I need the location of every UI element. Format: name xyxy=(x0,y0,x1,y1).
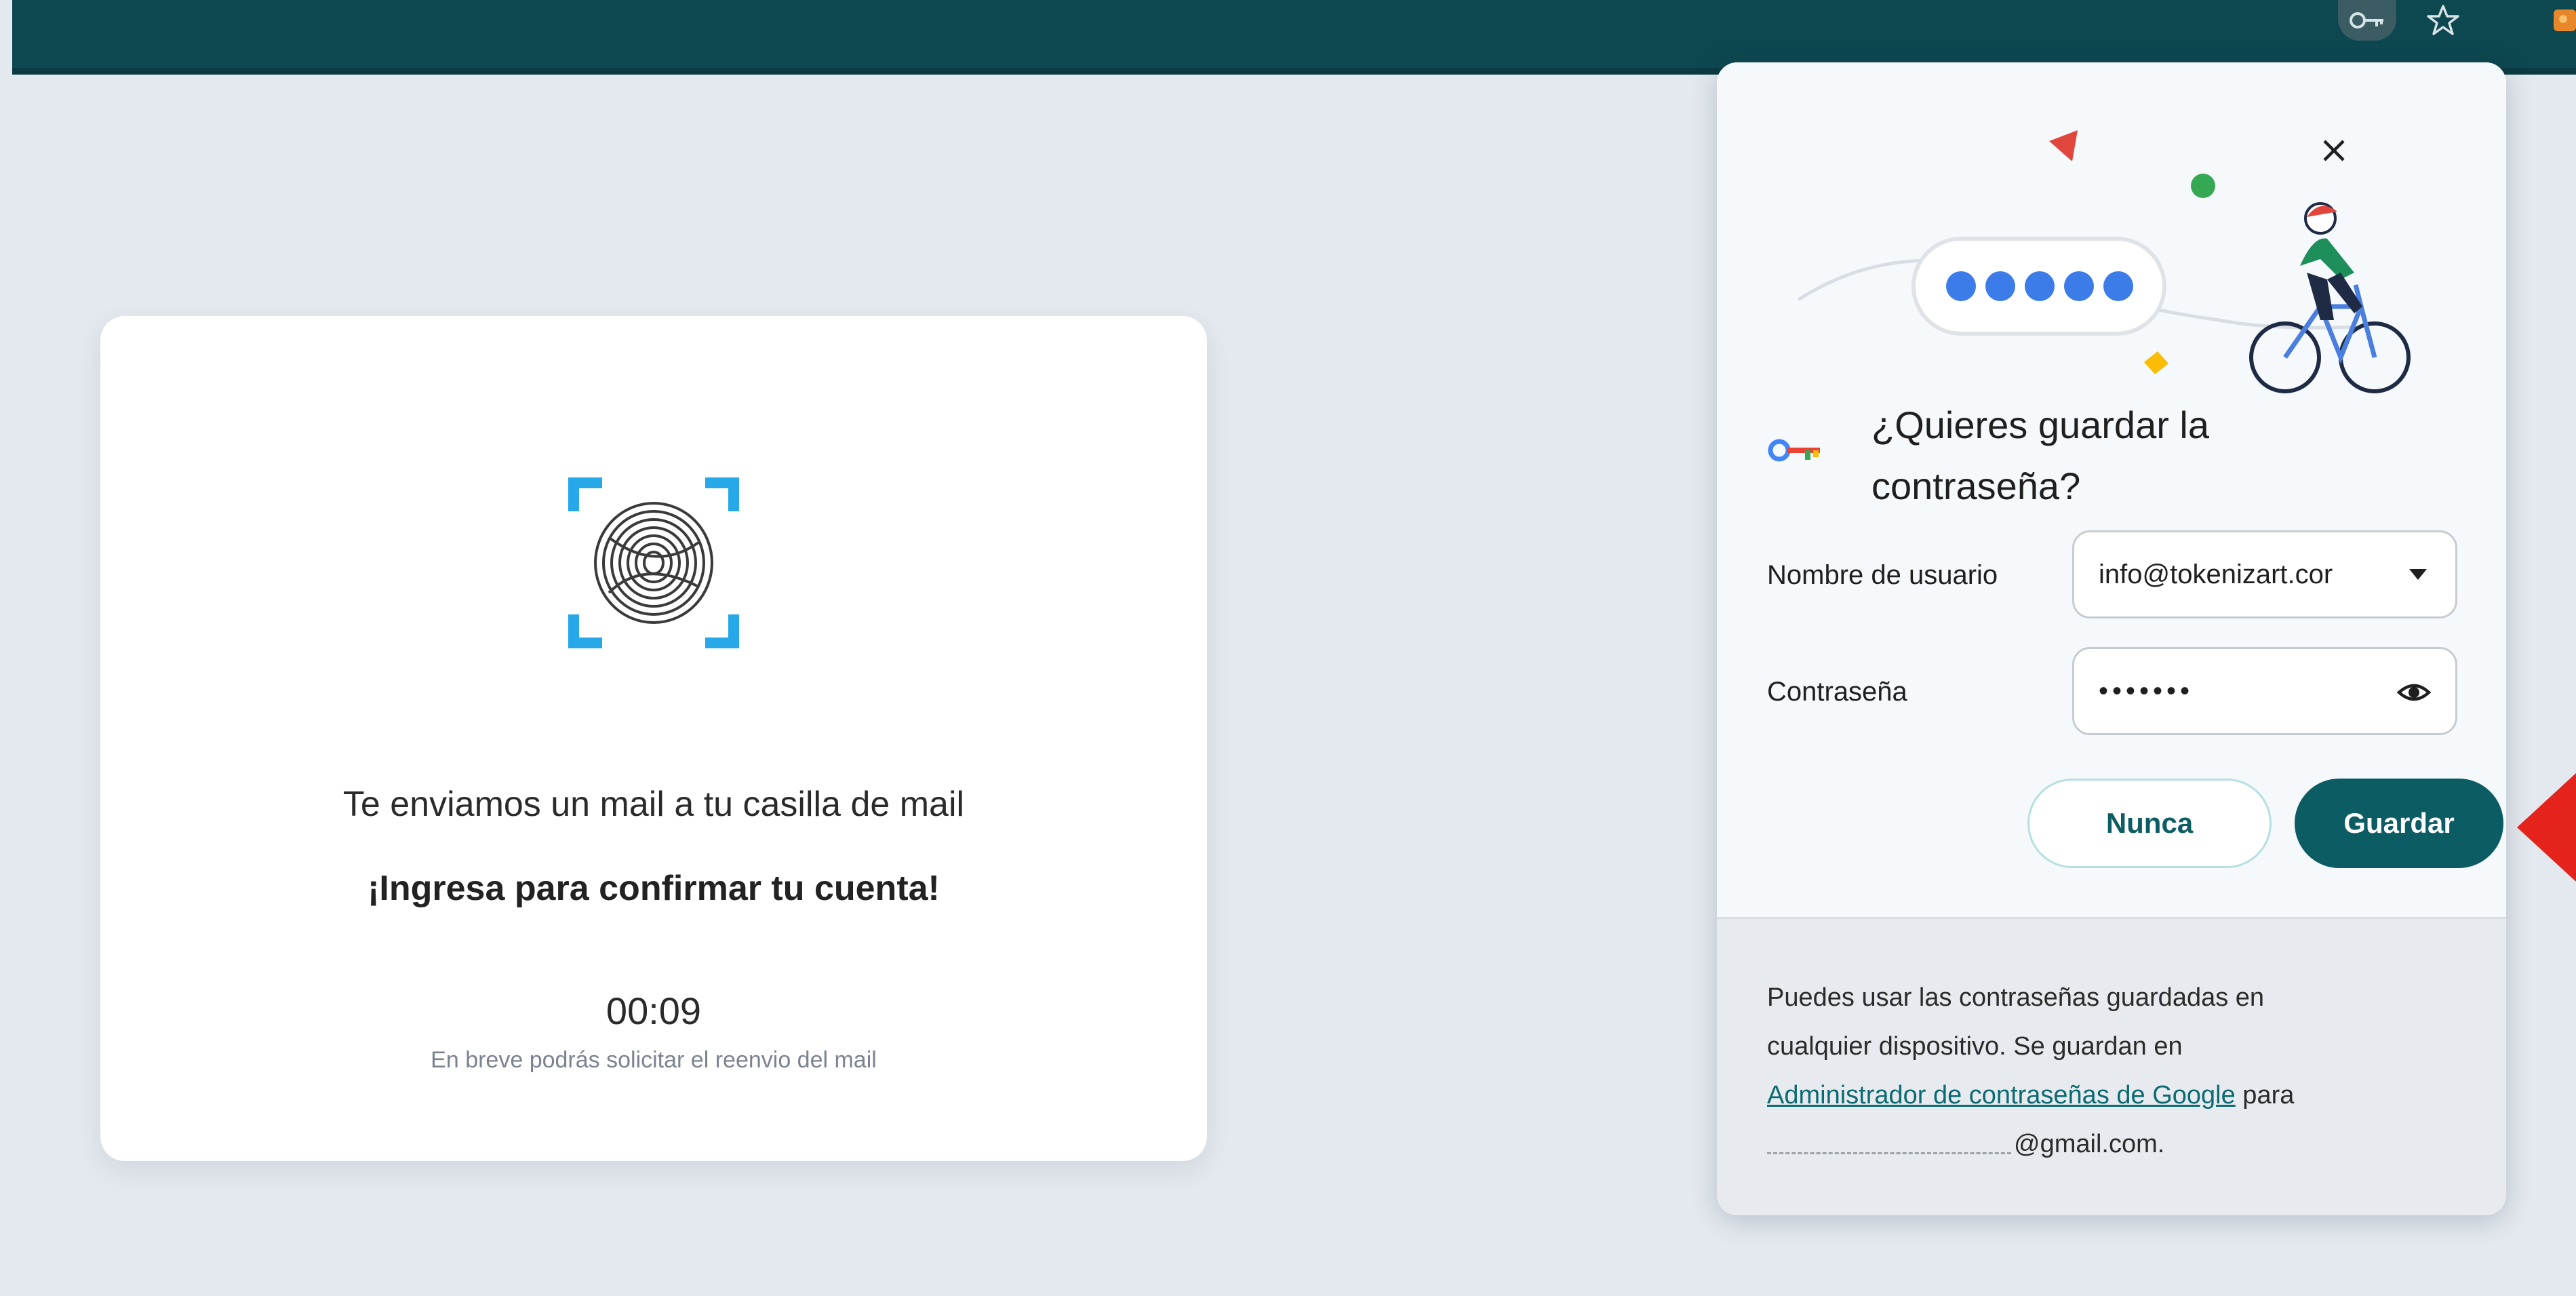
username-value: info@tokenizart.cor xyxy=(2099,559,2333,589)
google-key-icon xyxy=(1767,430,1824,471)
footer-line-2: cualquier dispositivo. Se guardan en xyxy=(1767,1032,2183,1061)
footer-line-4: @gmail.com. xyxy=(1767,1120,2472,1169)
bubble-main-section: ¿Quieres guardar la contraseña? Nombre d… xyxy=(1717,62,2506,917)
bubble-title: ¿Quieres guardar la contraseña? xyxy=(1871,404,2210,507)
sent-mail-message: Te enviamos un mail a tu casilla de mail xyxy=(342,785,965,824)
red-arrow-annotation xyxy=(2517,760,2576,895)
toolbar-edge xyxy=(0,0,12,75)
footer-line-1: Puedes usar las contraseñas guardadas en xyxy=(1767,983,2265,1012)
bookmark-star-icon[interactable] xyxy=(2414,0,2472,41)
close-button[interactable] xyxy=(2300,117,2368,184)
footer-info: Puedes usar las contraseñas guardadas en… xyxy=(1767,973,2472,1169)
username-label: Nombre de usuario xyxy=(1767,560,1998,590)
save-button[interactable]: Guardar xyxy=(2295,779,2503,868)
password-manager-link[interactable]: Administrador de contraseñas de Google xyxy=(1767,1081,2236,1110)
password-key-icon[interactable] xyxy=(2338,0,2396,41)
save-password-bubble: ¿Quieres guardar la contraseña? Nombre d… xyxy=(1717,62,2506,1215)
confirm-account-heading: ¡Ingresa para confirmar tu cuenta! xyxy=(368,869,940,908)
email-suffix: @gmail.com. xyxy=(2014,1130,2165,1158)
password-field[interactable]: ••••••• xyxy=(2072,647,2457,735)
confirmation-card: Te enviamos un mail a tu casilla de mail… xyxy=(100,316,1207,1161)
bubble-footer: Puedes usar las contraseñas guardadas en… xyxy=(1717,917,2506,1215)
redacted-email xyxy=(1767,1136,2011,1155)
footer-para: para xyxy=(2235,1081,2295,1110)
countdown-timer: 00:09 xyxy=(606,989,702,1032)
resend-hint: En breve podrás solicitar el reenvio del… xyxy=(431,1047,877,1073)
username-select[interactable]: info@tokenizart.cor xyxy=(2072,530,2457,618)
never-button[interactable]: Nunca xyxy=(2027,779,2272,868)
footer-line-3: Administrador de contraseñas de Google p… xyxy=(1767,1071,2472,1120)
password-label: Contraseña xyxy=(1767,677,1907,707)
close-icon xyxy=(2323,140,2345,161)
password-mask: ••••••• xyxy=(2099,675,2194,706)
eye-icon[interactable] xyxy=(2397,676,2431,709)
chevron-down-icon xyxy=(2409,569,2427,580)
fingerprint-scan-icon xyxy=(568,477,739,648)
extension-icon[interactable] xyxy=(2550,0,2576,41)
